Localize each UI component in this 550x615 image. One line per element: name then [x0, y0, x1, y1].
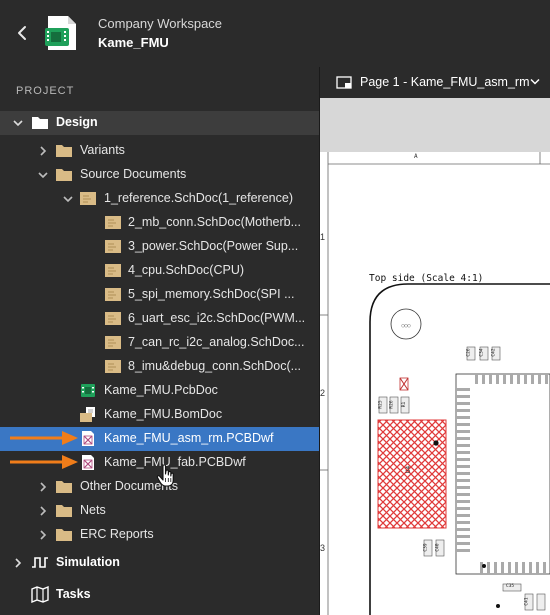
row-label: 2 [320, 388, 326, 398]
project-panel: PROJECT Design Variants Source Documents… [0, 67, 319, 615]
tree-item-design[interactable]: Design [0, 111, 319, 135]
component-designator: R25 [378, 400, 384, 409]
folder-icon [56, 481, 72, 493]
tree-item-bomdoc[interactable]: Kame_FMU.BomDoc [0, 403, 319, 427]
simulation-wave-icon [32, 557, 48, 568]
pcb-project-icon [45, 16, 76, 50]
folder-icon [56, 169, 72, 181]
tree-item-variants[interactable]: Variants [0, 139, 319, 163]
schematic-sheet-icon [80, 192, 96, 205]
tree-item-schdoc[interactable]: 3_power.SchDoc(Power Sup... [0, 235, 319, 259]
component-designator: U4 [405, 465, 413, 474]
tree-item-schdoc[interactable]: 7_can_rc_i2c_analog.SchDoc... [0, 331, 319, 355]
back-arrow-icon[interactable] [14, 24, 30, 42]
page-layout-icon [336, 76, 352, 89]
tree-item-source-documents[interactable]: Source Documents [0, 163, 319, 187]
drawing-viewer[interactable]: ○○○ A 1 2 3 Top side (Scale 4:1) U4 C26 … [320, 98, 550, 615]
page-selector[interactable]: Page 1 - Kame_FMU_asm_rm [320, 67, 550, 98]
chevron-down-icon[interactable] [530, 78, 540, 86]
tree-item-reference-schdoc[interactable]: 1_reference.SchDoc(1_reference) [0, 187, 319, 211]
tree-item-erc-reports[interactable]: ERC Reports [0, 523, 319, 547]
tree-item-pcbdoc[interactable]: Kame_FMU.PcbDoc [0, 379, 319, 403]
column-label: A [414, 153, 418, 160]
component-designator: C35 [506, 584, 515, 589]
page-selector-label: Page 1 - Kame_FMU_asm_rm [360, 75, 530, 89]
schematic-sheet-icon [105, 336, 121, 349]
component-designator: R1 [402, 401, 408, 408]
row-label: 1 [320, 232, 326, 242]
component-designator: C26 [466, 348, 472, 357]
pcb-document-icon [81, 384, 95, 397]
chevron-right-icon[interactable] [12, 557, 24, 569]
hand-cursor-icon [156, 464, 174, 487]
annotation-arrow-icon [10, 455, 78, 469]
schematic-sheet-icon [105, 240, 121, 253]
component-designator: C42 [491, 348, 497, 357]
svg-text:○○○: ○○○ [401, 323, 410, 329]
component-designator: C39 [423, 543, 429, 552]
tree-item-schdoc[interactable]: 6_uart_esc_i2c.SchDoc(PWM... [0, 307, 319, 331]
tree-item-tasks[interactable]: Tasks [0, 583, 319, 607]
drawing-sheet: ○○○ A 1 2 3 Top side (Scale 4:1) U4 C26 … [320, 152, 550, 615]
section-label: PROJECT [16, 85, 75, 97]
component-designator: C41 [524, 597, 530, 606]
tree-item-schdoc[interactable]: 4_cpu.SchDoc(CPU) [0, 259, 319, 283]
chevron-down-icon[interactable] [12, 117, 24, 129]
folder-icon [56, 145, 72, 157]
schematic-sheet-icon [105, 216, 121, 229]
draftsman-document-icon [82, 455, 94, 470]
tree-item-simulation[interactable]: Simulation [0, 551, 319, 575]
component-designator: C40 [435, 543, 441, 552]
row-label: 3 [320, 543, 326, 553]
header: Company Workspace Kame_FMU [0, 0, 550, 67]
tree-item-schdoc[interactable]: 5_spi_memory.SchDoc(SPI ... [0, 283, 319, 307]
schematic-sheet-icon [105, 288, 121, 301]
chevron-right-icon[interactable] [37, 529, 49, 541]
component-designator: R26 [389, 400, 395, 409]
tree-item-schdoc[interactable]: 2_mb_conn.SchDoc(Motherb... [0, 211, 319, 235]
chevron-right-icon[interactable] [37, 145, 49, 157]
draftsman-document-icon [82, 431, 94, 446]
chevron-down-icon[interactable] [62, 193, 74, 205]
schematic-sheet-icon [105, 312, 121, 325]
folder-icon [56, 505, 72, 517]
tasks-map-icon [31, 586, 49, 603]
tree-item-nets[interactable]: Nets [0, 499, 319, 523]
schematic-sheet-icon [105, 264, 121, 277]
folder-icon [56, 529, 72, 541]
workspace-label: Company Workspace [98, 16, 223, 31]
bom-document-icon [80, 407, 95, 422]
tree-item-schdoc[interactable]: 8_imu&debug_conn.SchDoc(... [0, 355, 319, 379]
schematic-sheet-icon [105, 360, 121, 373]
chevron-right-icon[interactable] [37, 505, 49, 517]
view-caption: Top side (Scale 4:1) [369, 273, 484, 284]
annotation-arrow-icon [10, 431, 78, 445]
project-title: Kame_FMU [98, 35, 169, 50]
component-designator: C34 [479, 348, 485, 357]
chevron-down-icon[interactable] [37, 169, 49, 181]
chevron-right-icon[interactable] [37, 481, 49, 493]
folder-white-icon [32, 117, 48, 129]
